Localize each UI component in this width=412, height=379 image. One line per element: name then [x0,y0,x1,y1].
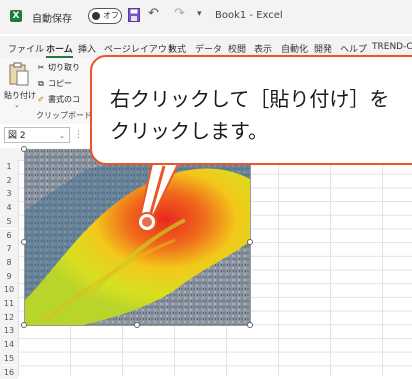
resize-handle-bottom[interactable] [134,322,140,328]
cut-label: 切り取り [48,63,80,72]
row-header-11[interactable]: 11 [0,297,18,311]
row-header-6[interactable]: 6 [0,229,18,243]
callout-line-2: クリックします。 [110,119,268,143]
chevron-down-icon[interactable]: ⌄ [14,101,20,109]
scissors-icon: ✂ [36,63,46,72]
paste-icon[interactable] [9,62,29,86]
row-header-5[interactable]: 5 [0,215,18,229]
name-box-value: 図 2 [8,131,26,141]
autosave-state: オフ [103,9,119,23]
redo-icon[interactable]: ↷ [174,6,185,21]
title-bar: X 自動保存 オフ ↶ ↷ ▾ Book1 - Excel [0,0,412,34]
row-header-1[interactable]: 1 [0,160,18,174]
tab-home[interactable]: ホーム [46,42,73,58]
customize-toolbar-icon[interactable]: ▾ [197,9,202,19]
formula-bar-separator: ⋮ [74,130,83,140]
copy-button[interactable]: ⧉コピー [36,78,72,89]
row-header-2[interactable]: 2 [0,174,18,188]
row-header-8[interactable]: 8 [0,256,18,270]
cut-button[interactable]: ✂切り取り [36,62,80,73]
resize-handle-left[interactable] [21,239,27,245]
toggle-knob [92,12,100,20]
resize-handle-top-left[interactable] [21,146,27,152]
tab-automate[interactable]: 自動化 [281,42,308,55]
clipboard-group-label: クリップボード [36,110,92,121]
terrain-picture [25,150,251,326]
row-header-15[interactable]: 15 [0,352,18,366]
paintbrush-icon: ✐ [36,95,46,104]
chevron-down-icon[interactable]: ⌄ [59,128,65,144]
tab-page-layout[interactable]: ページレイアウト [104,42,176,55]
row-header-3[interactable]: 3 [0,187,18,201]
tab-review[interactable]: 校閲 [228,42,246,55]
excel-app-icon: X [10,10,22,22]
callout-text: 右クリックして［貼り付け］を クリックします。 [110,83,389,147]
row-header-9[interactable]: 9 [0,270,18,284]
row-header-13[interactable]: 13 [0,324,18,338]
autosave-label: 自動保存 [32,10,72,25]
undo-icon[interactable]: ↶ [148,6,159,21]
copy-icon: ⧉ [36,79,46,89]
resize-handle-bottom-right[interactable] [247,322,253,328]
save-icon[interactable] [128,8,140,22]
tab-file[interactable]: ファイル [8,42,44,55]
callout-line-1: 右クリックして［貼り付け］を [110,87,389,111]
row-header-7[interactable]: 7 [0,242,18,256]
name-box[interactable]: 図 2 ⌄ [4,127,70,143]
window-title: Book1 - Excel [215,10,283,21]
resize-handle-right[interactable] [247,239,253,245]
tab-developer[interactable]: 開発 [314,42,332,55]
row-header-16[interactable]: 16 [0,366,18,379]
pasted-terrain-image[interactable] [24,149,251,326]
tab-trend[interactable]: TREND-C [372,42,412,52]
tab-data[interactable]: データ [195,42,222,55]
tab-view[interactable]: 表示 [254,42,272,55]
format-painter-button[interactable]: ✐書式のコ [36,94,80,105]
row-header-4[interactable]: 4 [0,201,18,215]
paste-button[interactable]: 貼り付け [4,90,36,101]
row-header-10[interactable]: 10 [0,283,18,297]
row-header-14[interactable]: 14 [0,338,18,352]
autosave-toggle[interactable]: オフ [88,8,122,24]
copy-label: コピー [48,79,72,88]
tab-formulas[interactable]: 数式 [168,42,186,55]
row-header-12[interactable]: 12 [0,311,18,325]
format-painter-label: 書式のコ [48,95,80,104]
tab-help[interactable]: ヘルプ [340,42,367,55]
resize-handle-bottom-left[interactable] [21,322,27,328]
tab-insert[interactable]: 挿入 [78,42,96,55]
instruction-callout: 右クリックして［貼り付け］を クリックします。 [90,55,412,165]
